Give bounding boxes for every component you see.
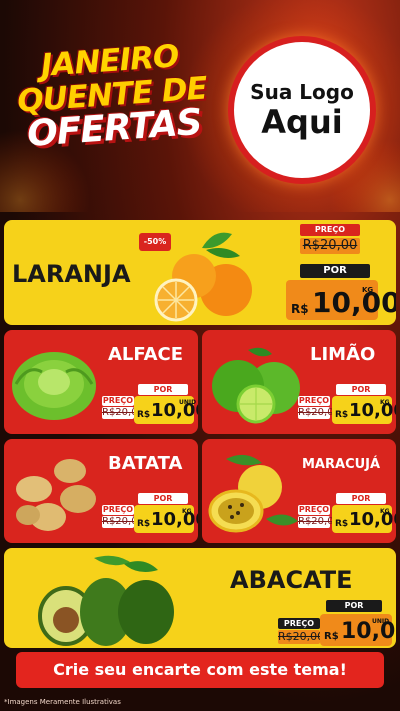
avocado-icon <box>38 555 174 646</box>
disclaimer-note: *Imagens Meramente Ilustrativas <box>4 698 121 706</box>
logo-text-line-1: Sua Logo <box>250 80 354 104</box>
old-price-label: PREÇO <box>300 224 360 236</box>
create-flyer-cta-button[interactable]: Crie seu encarte com este tema! <box>16 652 384 688</box>
old-price-label: PREÇO <box>102 396 134 406</box>
old-price-value: R$20,00 <box>102 407 144 419</box>
product-name: MARACUJÁ <box>302 457 381 472</box>
currency-symbol: R$ <box>335 519 349 529</box>
new-price-label: POR <box>326 600 382 612</box>
old-price-label: PREÇO <box>298 396 330 406</box>
new-price-label: POR <box>300 264 370 278</box>
new-price-box: R$ 10,00 UNID <box>320 614 396 646</box>
currency-symbol: R$ <box>137 410 151 420</box>
lettuce-icon <box>12 352 96 420</box>
product-name: ABACATE <box>230 566 353 594</box>
old-price-value: R$20,00 <box>300 238 360 254</box>
new-price-label: POR <box>138 493 188 504</box>
unit-label: UNID <box>179 399 197 406</box>
new-price-label: POR <box>138 384 188 395</box>
old-price-value: R$20,00 <box>278 630 325 644</box>
currency-symbol: R$ <box>291 302 309 316</box>
product-card-maracuja: MARACUJÁ PREÇO R$20,00 POR R$ 10,00 KG <box>202 439 396 543</box>
new-price-box: R$ 10,00 KG <box>332 396 396 424</box>
old-price-label: PREÇO <box>298 505 330 515</box>
unit-label: KG <box>380 508 390 515</box>
currency-symbol: R$ <box>335 410 349 420</box>
product-card-batata: BATATA PREÇO R$20,00 POR R$ 10,00 KG <box>4 439 198 543</box>
campaign-title: JANEIRO QUENTE DE OFERTAS <box>9 37 216 155</box>
new-price-box: R$ 10,00 KG <box>134 505 198 533</box>
currency-symbol: R$ <box>324 631 339 642</box>
potato-icon <box>16 459 96 531</box>
old-price-label: PREÇO <box>278 618 320 629</box>
product-name: ALFACE <box>108 344 184 365</box>
unit-label: KG <box>182 508 192 515</box>
product-name: LARANJA <box>12 260 131 288</box>
passion-fruit-icon <box>208 454 298 533</box>
lime-icon <box>212 347 300 424</box>
logo-text-line-2: Aqui <box>261 103 343 141</box>
logo-placeholder: Sua Logo Aqui <box>228 36 376 184</box>
old-price-value: R$20,00 <box>298 407 340 419</box>
discount-badge: -50% <box>139 233 171 251</box>
flyer-page: JANEIRO QUENTE DE OFERTAS Sua Logo Aqui … <box>0 0 400 711</box>
new-price-box: R$ 10,00 KG <box>332 505 396 533</box>
product-card-limao: LIMÃO PREÇO R$20,00 POR R$ 10,00 KG <box>202 330 396 434</box>
unit-label: KG <box>380 399 390 406</box>
new-price-label: POR <box>336 384 386 395</box>
new-price-box: R$ 10,00 UNID <box>134 396 198 424</box>
unit-label: KG <box>362 286 374 294</box>
old-price-value: R$20,00 <box>102 516 144 528</box>
product-card-laranja: LARANJA -50% PREÇO R$20,00 POR R$ 10,00 … <box>4 220 396 325</box>
price-value: 10,00 <box>312 286 396 319</box>
product-name: BATATA <box>108 453 183 474</box>
new-price-label: POR <box>336 493 386 504</box>
header: JANEIRO QUENTE DE OFERTAS Sua Logo Aqui <box>0 0 400 212</box>
old-price-value: R$20,00 <box>298 516 340 528</box>
product-name: LIMÃO <box>310 344 376 365</box>
product-card-abacate: ABACATE PREÇO R$20,00 POR R$ 10,00 UNID <box>4 548 396 648</box>
new-price-box: R$ 10,00 KG <box>286 280 396 320</box>
product-card-alface: ALFACE PREÇO R$20,00 POR R$ 10,00 UNID <box>4 330 198 434</box>
old-price-label: PREÇO <box>102 505 134 515</box>
unit-label: UNID <box>372 618 390 625</box>
currency-symbol: R$ <box>137 519 151 529</box>
